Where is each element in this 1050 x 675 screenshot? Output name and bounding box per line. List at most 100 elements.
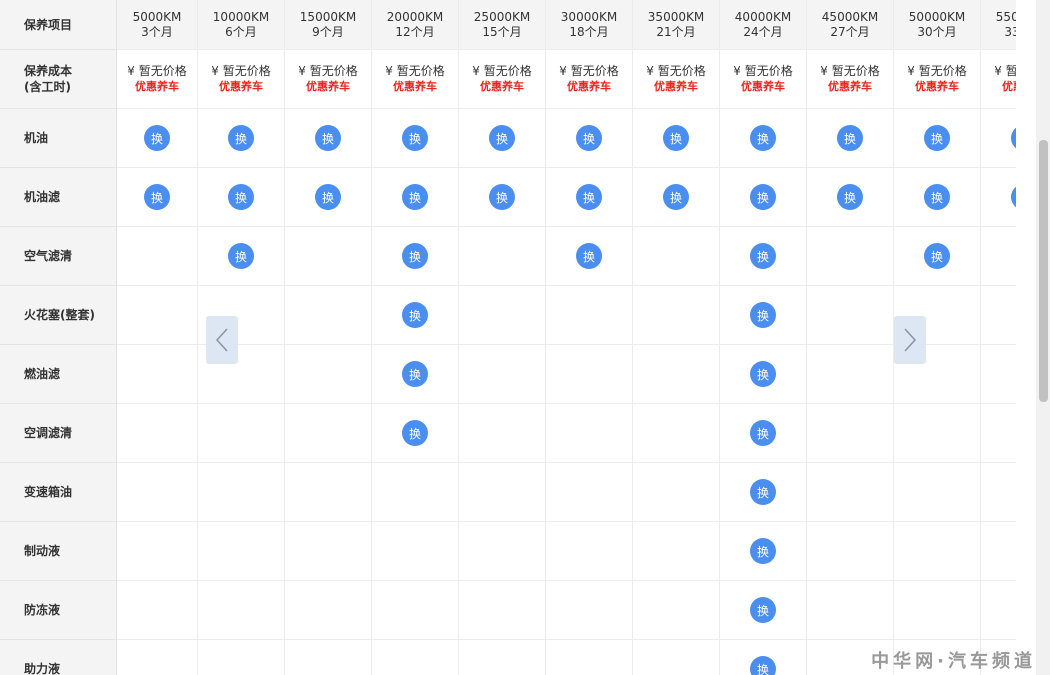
promo-link[interactable]: 优惠养车 <box>828 79 872 95</box>
promo-link[interactable]: 优惠养车 <box>135 79 179 95</box>
schedule-cell <box>633 286 720 345</box>
promo-link[interactable]: 优惠养车 <box>306 79 350 95</box>
replace-badge[interactable]: 换 <box>663 125 689 151</box>
schedule-cell: 换 <box>285 109 372 168</box>
schedule-cell: 换 <box>720 581 807 640</box>
price-text: ¥ 暂无价格 <box>127 64 187 78</box>
schedule-cell: 换 <box>372 286 459 345</box>
promo-link[interactable]: 优惠养车 <box>915 79 959 95</box>
schedule-cell <box>807 463 894 522</box>
replace-badge[interactable]: 换 <box>402 420 428 446</box>
replace-badge[interactable]: 换 <box>750 538 776 564</box>
schedule-cell <box>198 640 285 675</box>
price-text: ¥ 暂无价格 <box>907 64 967 78</box>
replace-badge[interactable]: 换 <box>924 243 950 269</box>
replace-badge[interactable]: 换 <box>837 184 863 210</box>
replace-badge[interactable]: 换 <box>1011 184 1016 210</box>
promo-link[interactable]: 优惠养车 <box>741 79 785 95</box>
schedule-cell: 换 <box>720 640 807 675</box>
replace-badge[interactable]: 换 <box>489 125 515 151</box>
replace-badge[interactable]: 换 <box>576 243 602 269</box>
replace-badge[interactable]: 换 <box>750 302 776 328</box>
interval-header: 40000KM 24个月 <box>720 0 807 50</box>
replace-badge[interactable]: 换 <box>576 184 602 210</box>
replace-badge[interactable]: 换 <box>402 361 428 387</box>
replace-badge[interactable]: 换 <box>489 184 515 210</box>
schedule-cell <box>981 581 1016 640</box>
schedule-cell: 换 <box>633 168 720 227</box>
interval-km: 40000KM <box>734 9 792 24</box>
next-button[interactable] <box>894 316 926 364</box>
schedule-cell: 换 <box>117 109 198 168</box>
interval-km: 50000KM <box>908 9 966 24</box>
price-text: ¥ 暂无价格 <box>472 64 532 78</box>
interval-km: 5000KM <box>132 9 182 24</box>
schedule-cell <box>285 581 372 640</box>
replace-badge[interactable]: 换 <box>750 243 776 269</box>
replace-badge[interactable]: 换 <box>402 125 428 151</box>
replace-badge[interactable]: 换 <box>924 184 950 210</box>
schedule-cell <box>459 640 546 675</box>
replace-badge[interactable]: 换 <box>1011 125 1016 151</box>
interval-header: 30000KM 18个月 <box>546 0 633 50</box>
replace-badge[interactable]: 换 <box>837 125 863 151</box>
schedule-cell: 换 <box>720 227 807 286</box>
schedule-cell <box>198 581 285 640</box>
replace-badge[interactable]: 换 <box>750 125 776 151</box>
interval-months: 9个月 <box>312 24 344 39</box>
schedule-cell <box>807 227 894 286</box>
schedule-cell: 换 <box>720 522 807 581</box>
schedule-cell <box>807 286 894 345</box>
replace-badge[interactable]: 换 <box>228 125 254 151</box>
schedule-cell <box>981 404 1016 463</box>
schedule-cell: 换 <box>285 168 372 227</box>
replace-badge[interactable]: 换 <box>750 361 776 387</box>
schedule-cell <box>459 404 546 463</box>
interval-months: 30个月 <box>917 24 957 39</box>
schedule-cell: 换 <box>894 168 981 227</box>
replace-badge[interactable]: 换 <box>750 597 776 623</box>
replace-badge[interactable]: 换 <box>750 420 776 446</box>
schedule-cell <box>807 404 894 463</box>
replace-badge[interactable]: 换 <box>402 184 428 210</box>
replace-badge[interactable]: 换 <box>315 125 341 151</box>
promo-link[interactable]: 优惠养车 <box>393 79 437 95</box>
promo-link[interactable]: 优惠养车 <box>1002 79 1016 95</box>
scrollbar-thumb[interactable] <box>1039 140 1048 402</box>
replace-badge[interactable]: 换 <box>750 184 776 210</box>
replace-badge[interactable]: 换 <box>228 243 254 269</box>
replace-badge[interactable]: 换 <box>663 184 689 210</box>
schedule-cell <box>285 345 372 404</box>
replace-badge[interactable]: 换 <box>402 243 428 269</box>
schedule-cell <box>633 640 720 675</box>
promo-link[interactable]: 优惠养车 <box>567 79 611 95</box>
schedule-cell: 换 <box>720 109 807 168</box>
replace-badge[interactable]: 换 <box>144 184 170 210</box>
promo-link[interactable]: 优惠养车 <box>480 79 524 95</box>
promo-link[interactable]: 优惠养车 <box>654 79 698 95</box>
replace-badge[interactable]: 换 <box>924 125 950 151</box>
schedule-cell: 换 <box>633 109 720 168</box>
row-label: 制动液 <box>0 522 116 581</box>
replace-badge[interactable]: 换 <box>576 125 602 151</box>
price-cell: ¥ 暂无价格优惠养车 <box>807 50 894 109</box>
price-cell: ¥ 暂无价格优惠养车 <box>198 50 285 109</box>
schedule-cell <box>894 581 981 640</box>
promo-link[interactable]: 优惠养车 <box>219 79 263 95</box>
schedule-cell <box>981 463 1016 522</box>
header-label-text: 保养项目 <box>24 17 73 32</box>
prev-button[interactable] <box>206 316 238 364</box>
replace-badge[interactable]: 换 <box>228 184 254 210</box>
schedule-cell: 换 <box>198 227 285 286</box>
replace-badge[interactable]: 换 <box>315 184 341 210</box>
replace-badge[interactable]: 换 <box>750 656 776 675</box>
schedule-cell: 换 <box>372 227 459 286</box>
replace-badge[interactable]: 换 <box>750 479 776 505</box>
schedule-cell: 换 <box>372 168 459 227</box>
replace-badge[interactable]: 换 <box>144 125 170 151</box>
price-cell: ¥ 暂无价格优惠养车 <box>894 50 981 109</box>
replace-badge[interactable]: 换 <box>402 302 428 328</box>
schedule-cell <box>459 345 546 404</box>
interval-months: 15个月 <box>482 24 522 39</box>
schedule-cell <box>894 522 981 581</box>
